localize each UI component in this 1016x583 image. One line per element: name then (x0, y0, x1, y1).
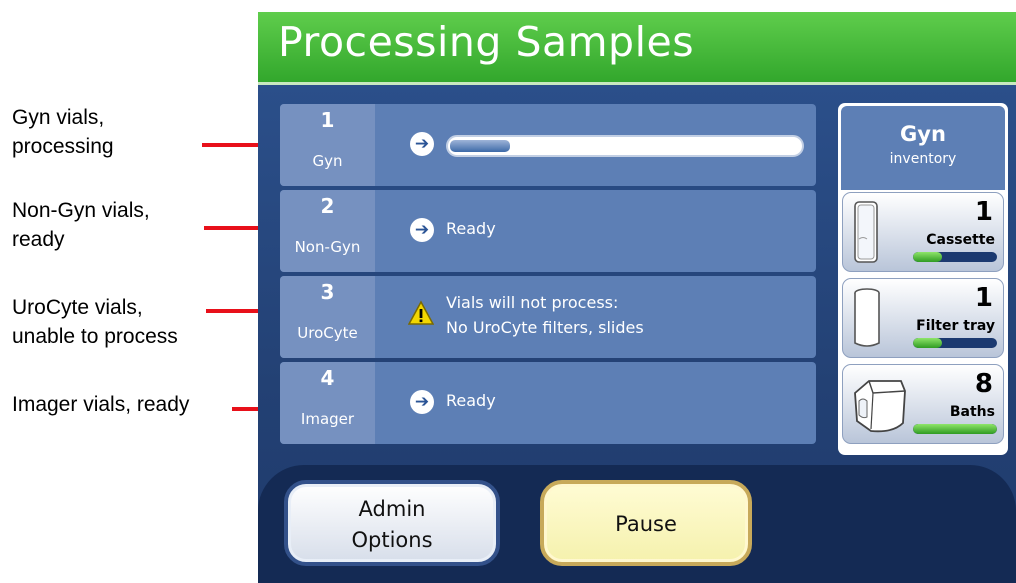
inventory-label: Cassette (926, 232, 995, 248)
admin-options-button[interactable]: Admin Options (284, 480, 500, 566)
level-bar (913, 424, 997, 434)
annotation-text: unable to process (12, 325, 178, 348)
level-bar (913, 338, 997, 348)
pause-button[interactable]: Pause (540, 480, 752, 566)
row-tab: 3 UroCyte (280, 276, 375, 358)
annotation-text: ready (12, 228, 65, 251)
row-status: Ready (446, 391, 496, 410)
row-name: Imager (300, 410, 355, 428)
warning-line: Vials will not process: (446, 293, 619, 312)
filter-tray-icon (854, 288, 880, 347)
warning-icon (408, 300, 434, 325)
queue-row-gyn[interactable]: 1 Gyn ➔ (280, 104, 816, 186)
annotation-text: processing (12, 135, 114, 158)
row-tab: 4 Imager (280, 362, 375, 444)
arrow-circle-icon: ➔ (410, 390, 434, 414)
row-name: UroCyte (297, 324, 358, 342)
annotation-non-gyn: Non-Gyn vials, ready (12, 196, 150, 254)
title-bar: Processing Samples (258, 12, 1016, 85)
annotation-imager: Imager vials, ready (12, 390, 189, 419)
annotation-urocyte: UroCyte vials, unable to process (12, 293, 178, 351)
row-number: 1 (320, 108, 335, 132)
level-bar (913, 252, 997, 262)
annotation-text: Non-Gyn vials, (12, 199, 150, 222)
progress-fill (450, 140, 511, 152)
row-name: Non-Gyn (294, 238, 361, 256)
inventory-count: 1 (974, 283, 993, 313)
row-status: Ready (446, 219, 496, 238)
inventory-card-baths[interactable]: 8 Baths (842, 364, 1004, 444)
queue-row-urocyte[interactable]: 3 UroCyte Vials will not process: No Uro… (280, 276, 816, 358)
level-fill (913, 424, 997, 434)
row-status: Vials will not process: No UroCyte filte… (446, 290, 644, 340)
annotation-text: UroCyte vials, (12, 296, 143, 319)
row-tab: 1 Gyn (280, 104, 375, 186)
annotation-text: Gyn vials, (12, 106, 105, 129)
inventory-header: Gyn inventory (841, 106, 1005, 190)
inventory-panel: Gyn inventory 1 Cassette 1 Filter tray 8… (838, 103, 1008, 455)
annotation-text: Imager vials, ready (12, 393, 190, 416)
inventory-label: Filter tray (916, 318, 995, 334)
row-number: 3 (320, 280, 335, 304)
row-number: 4 (320, 366, 335, 390)
warning-line: No UroCyte filters, slides (446, 318, 644, 337)
row-tab: 2 Non-Gyn (280, 190, 375, 272)
inventory-count: 1 (974, 197, 993, 227)
row-name: Gyn (312, 152, 343, 170)
page-title: Processing Samples (278, 18, 695, 66)
inventory-card-cassette[interactable]: 1 Cassette (842, 192, 1004, 272)
arrow-circle-icon: ➔ (410, 218, 434, 242)
queue-row-non-gyn[interactable]: 2 Non-Gyn ➔ Ready (280, 190, 816, 272)
inventory-subtitle: inventory (889, 151, 957, 167)
progress-bar (446, 135, 804, 157)
row-number: 2 (320, 194, 335, 218)
arrow-circle-icon: ➔ (410, 132, 434, 156)
cassette-icon (854, 201, 878, 263)
button-label: Pause (615, 512, 677, 536)
level-fill (913, 338, 943, 348)
queue-row-imager[interactable]: 4 Imager ➔ Ready (280, 362, 816, 444)
inventory-title: Gyn (900, 122, 946, 146)
processor-screen: Processing Samples 1 Gyn ➔ 2 Non-Gyn ➔ R… (258, 12, 1016, 583)
inventory-card-filter-tray[interactable]: 1 Filter tray (842, 278, 1004, 358)
bath-icon (854, 380, 906, 433)
button-label: Options (351, 528, 433, 552)
annotation-gyn: Gyn vials, processing (12, 103, 114, 161)
inventory-count: 8 (974, 369, 993, 399)
level-fill (913, 252, 943, 262)
inventory-label: Baths (949, 404, 995, 420)
button-label: Admin (358, 497, 426, 521)
